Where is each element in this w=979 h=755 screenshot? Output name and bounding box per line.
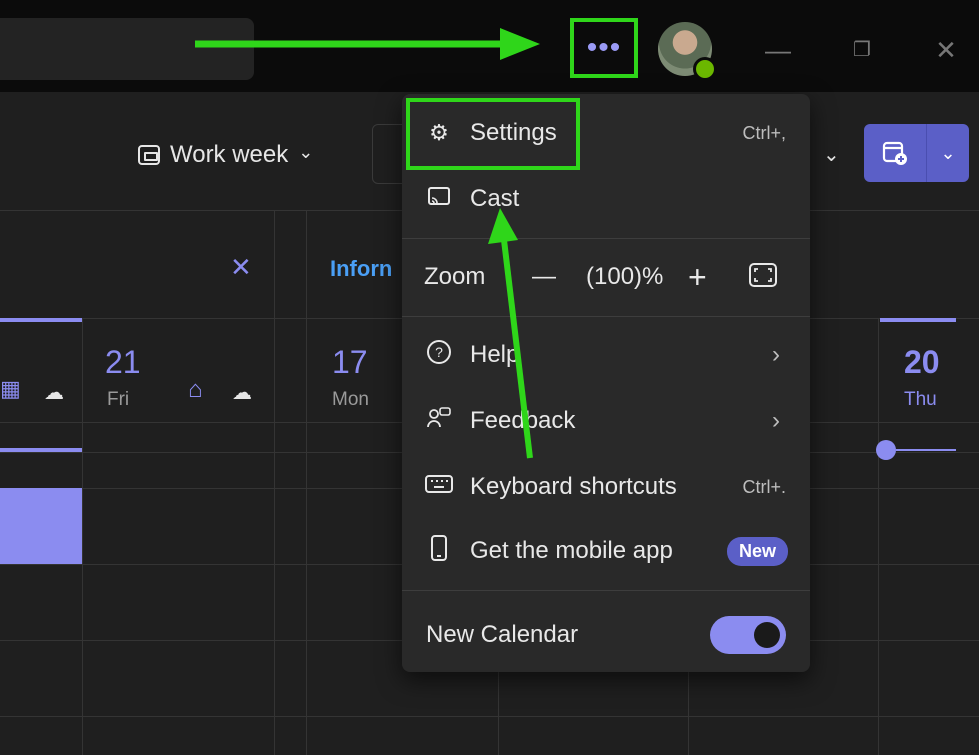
- annotation-arrows: [195, 28, 540, 459]
- arrow-to-settings: [488, 208, 533, 459]
- arrow-to-more-button: [195, 28, 540, 60]
